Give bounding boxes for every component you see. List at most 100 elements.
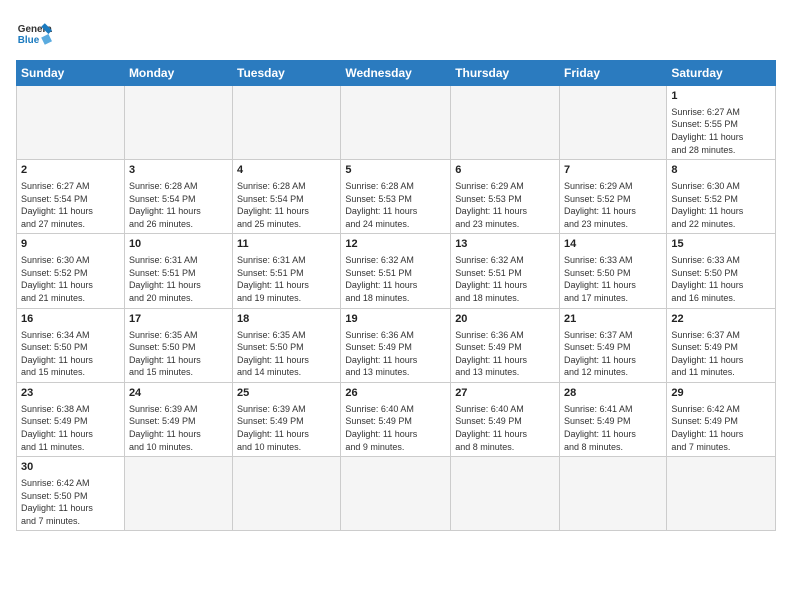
calendar-week-4: 23 Sunrise: 6:38 AM Sunset: 5:49 PM Dayli…: [17, 382, 776, 456]
day-info: Sunrise: 6:32 AM Sunset: 5:51 PM Dayligh…: [455, 254, 555, 304]
day-number: 10: [129, 237, 228, 252]
day-info: Sunrise: 6:28 AM Sunset: 5:54 PM Dayligh…: [237, 180, 336, 230]
day-number: 1: [671, 89, 771, 104]
calendar-cell: 25 Sunrise: 6:39 AM Sunset: 5:49 PM Dayli…: [233, 382, 341, 456]
day-info: Sunrise: 6:33 AM Sunset: 5:50 PM Dayligh…: [671, 254, 771, 304]
day-number: 27: [455, 386, 555, 401]
calendar-cell: 2 Sunrise: 6:27 AM Sunset: 5:54 PM Daylig…: [17, 160, 125, 234]
day-number: 18: [237, 312, 336, 327]
logo-icon: General Blue: [16, 16, 52, 52]
day-info: Sunrise: 6:41 AM Sunset: 5:49 PM Dayligh…: [564, 403, 662, 453]
calendar-week-5: 30 Sunrise: 6:42 AM Sunset: 5:50 PM Dayli…: [17, 457, 776, 531]
day-number: 12: [345, 237, 446, 252]
calendar-cell: 16 Sunrise: 6:34 AM Sunset: 5:50 PM Dayli…: [17, 308, 125, 382]
day-info: Sunrise: 6:31 AM Sunset: 5:51 PM Dayligh…: [129, 254, 228, 304]
day-number: 19: [345, 312, 446, 327]
calendar-cell: [451, 86, 560, 160]
calendar-cell: 18 Sunrise: 6:35 AM Sunset: 5:50 PM Dayli…: [233, 308, 341, 382]
calendar-cell: 26 Sunrise: 6:40 AM Sunset: 5:49 PM Dayli…: [341, 382, 451, 456]
calendar-cell: 20Sunrise: 6:36 AM Sunset: 5:49 PM Dayli…: [451, 308, 560, 382]
weekday-header-thursday: Thursday: [451, 61, 560, 86]
day-number: 16: [21, 312, 120, 327]
day-number: 28: [564, 386, 662, 401]
calendar-cell: [124, 86, 232, 160]
day-number: 24: [129, 386, 228, 401]
day-number: 8: [671, 163, 771, 178]
day-number: 3: [129, 163, 228, 178]
svg-text:Blue: Blue: [18, 35, 40, 46]
calendar-cell: 28 Sunrise: 6:41 AM Sunset: 5:49 PM Dayli…: [560, 382, 667, 456]
calendar-cell: 3 Sunrise: 6:28 AM Sunset: 5:54 PM Daylig…: [124, 160, 232, 234]
calendar-cell: 5Sunrise: 6:28 AM Sunset: 5:53 PM Daylig…: [341, 160, 451, 234]
calendar-week-1: 2 Sunrise: 6:27 AM Sunset: 5:54 PM Daylig…: [17, 160, 776, 234]
calendar-cell: 10 Sunrise: 6:31 AM Sunset: 5:51 PM Dayli…: [124, 234, 232, 308]
day-info: Sunrise: 6:29 AM Sunset: 5:52 PM Dayligh…: [564, 180, 662, 230]
day-info: Sunrise: 6:27 AM Sunset: 5:55 PM Dayligh…: [671, 106, 771, 156]
calendar-cell: 7 Sunrise: 6:29 AM Sunset: 5:52 PM Daylig…: [560, 160, 667, 234]
day-number: 14: [564, 237, 662, 252]
calendar-week-0: 1 Sunrise: 6:27 AM Sunset: 5:55 PM Daylig…: [17, 86, 776, 160]
calendar-cell: 1 Sunrise: 6:27 AM Sunset: 5:55 PM Daylig…: [667, 86, 776, 160]
day-info: Sunrise: 6:40 AM Sunset: 5:49 PM Dayligh…: [345, 403, 446, 453]
day-info: Sunrise: 6:39 AM Sunset: 5:49 PM Dayligh…: [129, 403, 228, 453]
day-info: Sunrise: 6:42 AM Sunset: 5:50 PM Dayligh…: [21, 477, 120, 527]
calendar-cell: 13 Sunrise: 6:32 AM Sunset: 5:51 PM Dayli…: [451, 234, 560, 308]
day-info: Sunrise: 6:36 AM Sunset: 5:49 PM Dayligh…: [345, 329, 446, 379]
weekday-header-wednesday: Wednesday: [341, 61, 451, 86]
calendar-cell: 24 Sunrise: 6:39 AM Sunset: 5:49 PM Dayli…: [124, 382, 232, 456]
calendar-cell: 9Sunrise: 6:30 AM Sunset: 5:52 PM Daylig…: [17, 234, 125, 308]
weekday-header-saturday: Saturday: [667, 61, 776, 86]
day-number: 26: [345, 386, 446, 401]
page-header: General Blue: [16, 16, 776, 52]
day-info: Sunrise: 6:39 AM Sunset: 5:49 PM Dayligh…: [237, 403, 336, 453]
day-number: 25: [237, 386, 336, 401]
calendar-cell: 4 Sunrise: 6:28 AM Sunset: 5:54 PM Daylig…: [233, 160, 341, 234]
day-info: Sunrise: 6:37 AM Sunset: 5:49 PM Dayligh…: [671, 329, 771, 379]
day-info: Sunrise: 6:37 AM Sunset: 5:49 PM Dayligh…: [564, 329, 662, 379]
calendar-header: SundayMondayTuesdayWednesdayThursdayFrid…: [17, 61, 776, 86]
calendar-cell: [341, 457, 451, 531]
day-number: 2: [21, 163, 120, 178]
calendar-week-2: 9Sunrise: 6:30 AM Sunset: 5:52 PM Daylig…: [17, 234, 776, 308]
calendar-cell: [341, 86, 451, 160]
calendar-cell: 29 Sunrise: 6:42 AM Sunset: 5:49 PM Dayli…: [667, 382, 776, 456]
day-info: Sunrise: 6:27 AM Sunset: 5:54 PM Dayligh…: [21, 180, 120, 230]
logo: General Blue: [16, 16, 52, 52]
day-number: 29: [671, 386, 771, 401]
calendar-cell: [560, 457, 667, 531]
day-number: 7: [564, 163, 662, 178]
day-info: Sunrise: 6:29 AM Sunset: 5:53 PM Dayligh…: [455, 180, 555, 230]
day-info: Sunrise: 6:28 AM Sunset: 5:54 PM Dayligh…: [129, 180, 228, 230]
calendar-cell: 8 Sunrise: 6:30 AM Sunset: 5:52 PM Daylig…: [667, 160, 776, 234]
calendar-cell: 14 Sunrise: 6:33 AM Sunset: 5:50 PM Dayli…: [560, 234, 667, 308]
day-info: Sunrise: 6:35 AM Sunset: 5:50 PM Dayligh…: [129, 329, 228, 379]
day-info: Sunrise: 6:32 AM Sunset: 5:51 PM Dayligh…: [345, 254, 446, 304]
day-number: 30: [21, 460, 120, 475]
weekday-header-tuesday: Tuesday: [233, 61, 341, 86]
calendar-cell: 11Sunrise: 6:31 AM Sunset: 5:51 PM Dayli…: [233, 234, 341, 308]
day-number: 20: [455, 312, 555, 327]
day-number: 23: [21, 386, 120, 401]
day-number: 5: [345, 163, 446, 178]
day-info: Sunrise: 6:38 AM Sunset: 5:49 PM Dayligh…: [21, 403, 120, 453]
calendar-cell: [233, 86, 341, 160]
calendar-cell: 6 Sunrise: 6:29 AM Sunset: 5:53 PM Daylig…: [451, 160, 560, 234]
day-info: Sunrise: 6:33 AM Sunset: 5:50 PM Dayligh…: [564, 254, 662, 304]
calendar-cell: [451, 457, 560, 531]
day-number: 17: [129, 312, 228, 327]
day-info: Sunrise: 6:34 AM Sunset: 5:50 PM Dayligh…: [21, 329, 120, 379]
calendar-cell: 22Sunrise: 6:37 AM Sunset: 5:49 PM Dayli…: [667, 308, 776, 382]
day-info: Sunrise: 6:31 AM Sunset: 5:51 PM Dayligh…: [237, 254, 336, 304]
calendar-table: SundayMondayTuesdayWednesdayThursdayFrid…: [16, 60, 776, 531]
calendar-cell: 21Sunrise: 6:37 AM Sunset: 5:49 PM Dayli…: [560, 308, 667, 382]
day-info: Sunrise: 6:42 AM Sunset: 5:49 PM Dayligh…: [671, 403, 771, 453]
day-number: 15: [671, 237, 771, 252]
day-number: 4: [237, 163, 336, 178]
day-info: Sunrise: 6:30 AM Sunset: 5:52 PM Dayligh…: [671, 180, 771, 230]
calendar-cell: [124, 457, 232, 531]
weekday-header-sunday: Sunday: [17, 61, 125, 86]
day-number: 6: [455, 163, 555, 178]
day-number: 13: [455, 237, 555, 252]
day-number: 9: [21, 237, 120, 252]
day-info: Sunrise: 6:35 AM Sunset: 5:50 PM Dayligh…: [237, 329, 336, 379]
